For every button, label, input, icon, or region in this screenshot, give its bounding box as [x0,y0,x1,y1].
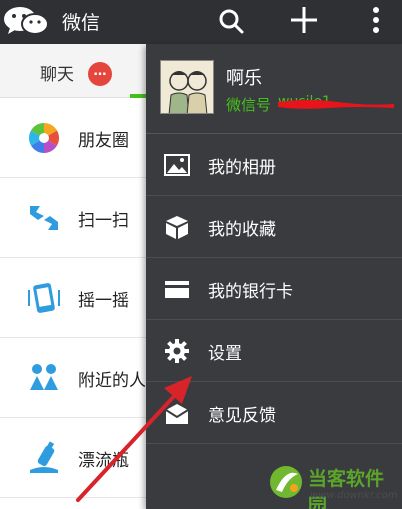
add-icon[interactable] [288,4,320,36]
redaction-mark [278,100,394,109]
shake-icon [28,283,60,313]
wechat-logo-icon [4,7,49,35]
app-title: 微信 [62,12,101,34]
menu-item-feedback[interactable]: 意见反馈 [146,382,402,444]
menu-item-label: 我的银行卡 [208,282,293,302]
avatar-image [161,61,213,113]
menu-item-label: 设置 [208,344,242,364]
tab-chat-label: 聊天 [40,65,74,85]
list-item-label: 扫一扫 [78,211,129,231]
scan-icon [30,206,58,230]
unread-badge: … [88,62,112,86]
list-item-label: 漂流瓶 [78,451,129,471]
menu-item-my-album[interactable]: 我的相册 [146,134,402,196]
watermark-logo-icon [270,466,302,498]
more-icon[interactable] [368,4,384,36]
avatar [160,60,214,114]
profile-header[interactable]: 啊乐 微信号 wusile1 [146,44,402,134]
bank-card-icon [165,281,189,298]
menu-item-my-bank-card[interactable]: 我的银行卡 [146,258,402,320]
overflow-menu: 啊乐 微信号 wusile1 我的相册 我的收藏 我的银行卡 [146,44,402,509]
album-icon [164,154,190,176]
tab-chat[interactable]: 聊天 … [0,44,150,98]
search-icon[interactable] [216,6,246,36]
favorites-icon [166,216,188,239]
watermark-url: www.downkr.com [310,490,398,501]
watermark-title: 当客软件园 [308,468,385,509]
menu-item-label: 我的收藏 [208,220,276,240]
list-item-label: 朋友圈 [78,131,129,151]
menu-item-label: 我的相册 [208,158,276,178]
people-nearby-icon [30,364,58,390]
gear-icon [165,339,189,363]
drift-bottle-icon [30,441,58,473]
list-item-label: 摇一摇 [78,291,129,311]
app-bar: 微信 [0,0,402,44]
wechat-id-label: 微信号 [226,96,272,114]
menu-item-my-favorites[interactable]: 我的收藏 [146,196,402,258]
menu-item-settings[interactable]: 设置 [146,320,402,382]
moments-icon [28,123,60,153]
list-item-label: 附近的人 [78,371,146,391]
feedback-icon [165,404,189,424]
watermark: 当客软件园 www.downkr.com [268,460,402,509]
menu-item-label: 意见反馈 [208,406,276,426]
profile-name: 啊乐 [226,68,262,89]
